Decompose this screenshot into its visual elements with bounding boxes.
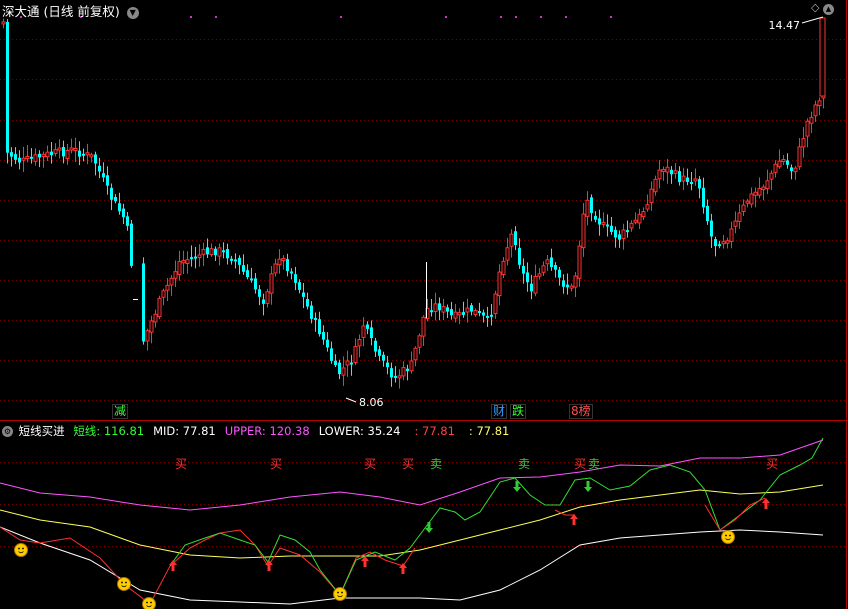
stock-chart-canvas: 14.47 8.06 买买买买买买卖卖卖 xyxy=(0,0,848,609)
settings-gear-icon[interactable]: ⚙ xyxy=(2,426,13,437)
indicator-name[interactable]: 短线买进 xyxy=(19,424,65,438)
signal-label: 卖 xyxy=(518,457,530,471)
indicator-header: ⚙ 短线买进 短线: 116.81 MID: 77.81 UPPER: 120.38… xyxy=(2,423,509,439)
candle xyxy=(6,19,9,164)
candle xyxy=(157,295,162,320)
chevron-down-icon[interactable]: ▼ xyxy=(126,6,139,19)
event-marker[interactable]: 财 xyxy=(491,404,508,419)
marker-dot xyxy=(515,16,517,18)
signal-label: 买 xyxy=(364,457,376,471)
marker-dot xyxy=(445,16,447,18)
signal-label: 买 xyxy=(270,457,282,471)
candle-last xyxy=(819,17,826,97)
stock-title: 深大通 (日线 前复权) xyxy=(2,4,120,19)
event-marker[interactable]: 8榜 xyxy=(569,404,593,419)
chart-title[interactable]: 深大通 (日线 前复权) ▼ xyxy=(2,1,139,20)
smiley-icon xyxy=(721,530,735,544)
marker-dot xyxy=(540,16,542,18)
signal-label: 买 xyxy=(766,457,778,471)
price-low-label: 8.06 xyxy=(359,396,384,409)
marker-dot xyxy=(610,16,612,18)
indicator-field: 短线: 116.81 xyxy=(73,424,145,438)
signal-label: 买 xyxy=(175,457,187,471)
candle xyxy=(130,220,133,268)
signal-label: 买 xyxy=(402,457,414,471)
event-marker[interactable]: 跌 xyxy=(510,404,527,419)
event-marker[interactable]: 减 xyxy=(112,404,129,419)
signal-label: 买 xyxy=(574,457,586,471)
smiley-icon xyxy=(117,577,131,591)
signal-label: 卖 xyxy=(588,457,600,471)
signal-label: 卖 xyxy=(430,457,442,471)
marker-dot xyxy=(340,16,342,18)
candle xyxy=(142,257,145,345)
indicator-field: : 77.81 xyxy=(414,424,455,438)
price-high-label: 14.47 xyxy=(769,19,801,32)
diamond-icon[interactable]: ◇ xyxy=(811,1,819,14)
chart-corner-icons[interactable]: ◇ ▲ xyxy=(811,1,834,15)
indicator-field: MID: 77.81 xyxy=(153,424,216,438)
smiley-icon xyxy=(14,543,28,557)
smiley-icon xyxy=(333,587,347,601)
indicator-values: 短线: 116.81 MID: 77.81 UPPER: 120.38 LOWER: … xyxy=(68,424,509,438)
chevron-up-icon[interactable]: ▲ xyxy=(822,4,834,15)
indicator-field: : 77.81 xyxy=(468,424,510,438)
marker-dot xyxy=(215,16,217,18)
indicator-field: LOWER: 35.24 xyxy=(318,424,401,438)
marker-dot xyxy=(190,16,192,18)
marker-dot xyxy=(500,16,502,18)
indicator-field: UPPER: 120.38 xyxy=(224,424,310,438)
marker-dot xyxy=(565,16,567,18)
smiley-icon xyxy=(142,597,156,609)
